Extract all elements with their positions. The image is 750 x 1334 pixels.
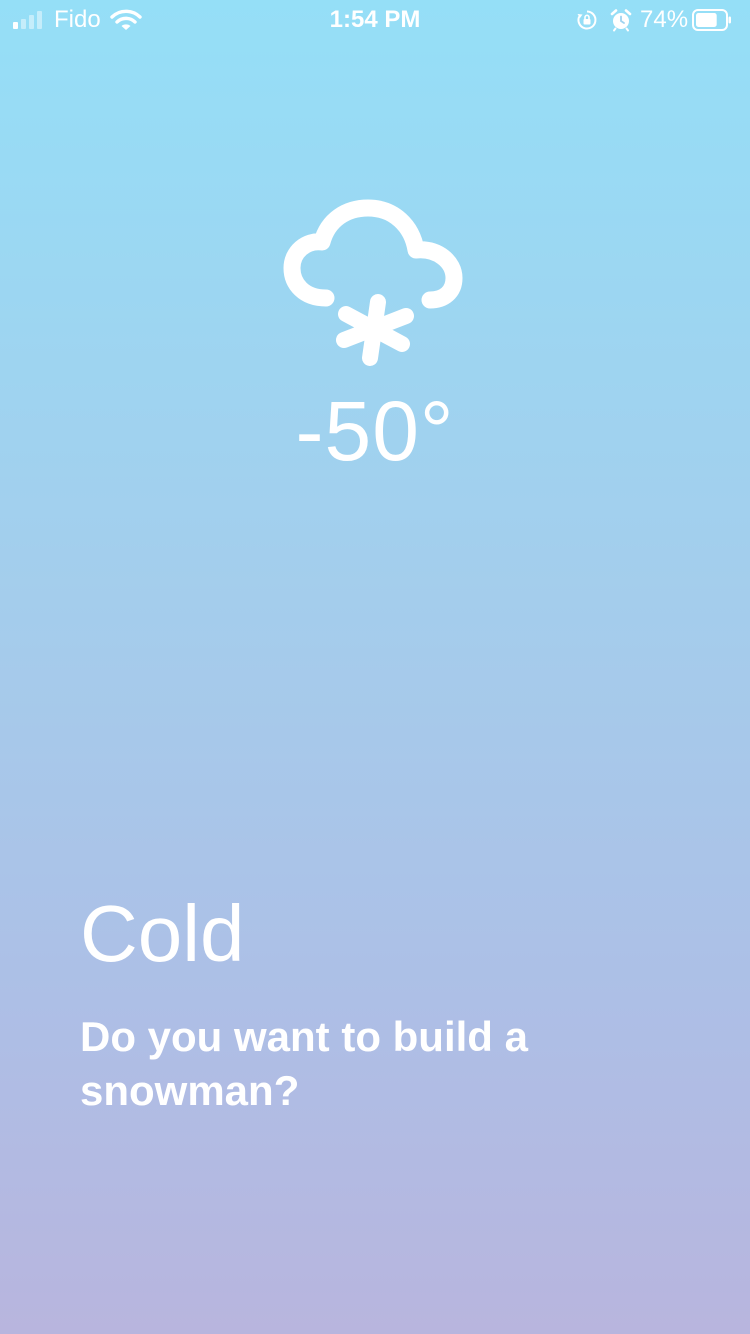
- weather-condition: Cold: [80, 889, 245, 978]
- temperature-value: -50°: [295, 384, 455, 478]
- weather-message: Do you want to build a snowman?: [80, 1013, 528, 1114]
- orientation-lock-icon: [577, 10, 597, 30]
- battery-percentage: 74%: [640, 6, 689, 33]
- status-time: 1:54 PM: [329, 6, 421, 33]
- status-bar: Fido 1:54 PM 74%: [0, 0, 750, 40]
- battery-icon: [692, 9, 731, 31]
- snow-cloud-icon: [283, 199, 463, 366]
- alarm-icon: [610, 9, 632, 32]
